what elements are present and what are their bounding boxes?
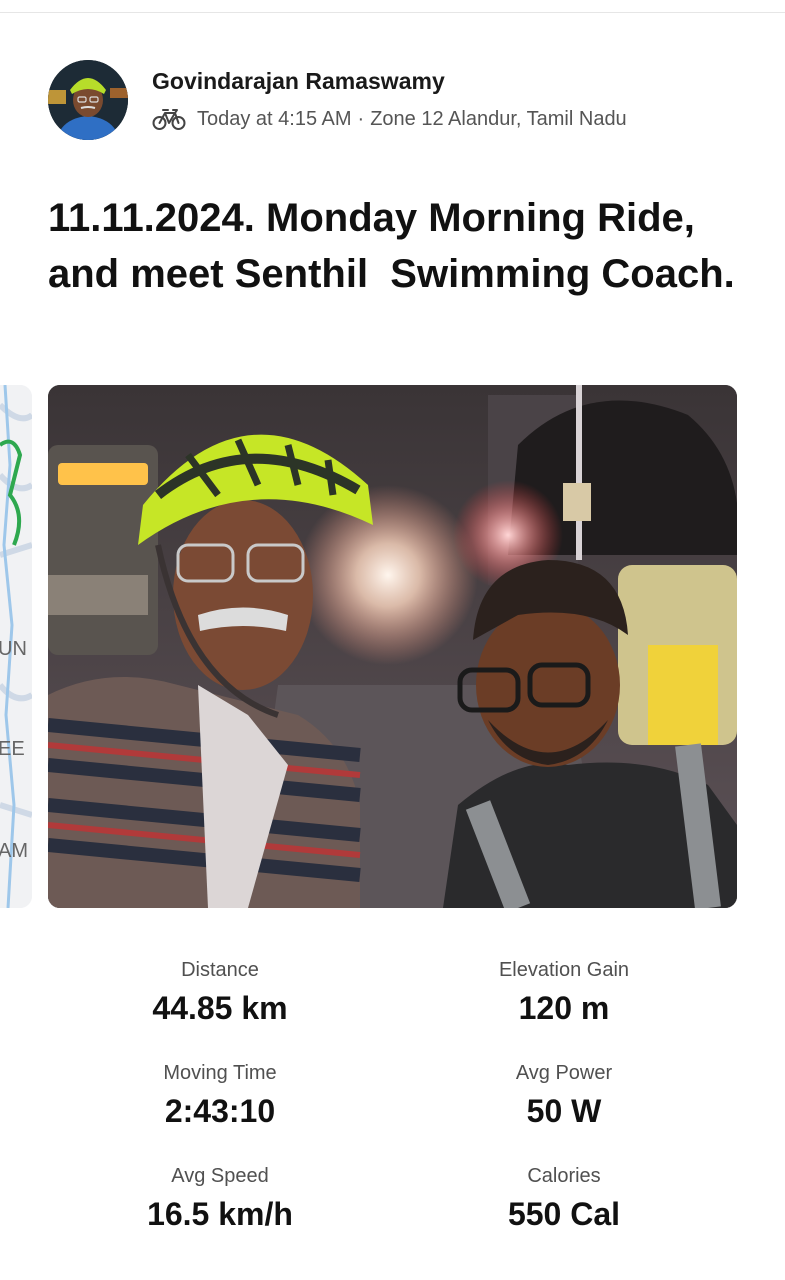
activity-meta: Today at 4:15 AM · Zone 12 Alandur, Tami… [152,104,627,134]
stat-label: Distance [181,959,259,981]
stat-label: Elevation Gain [498,959,630,981]
stat-value: 50 W [526,1093,602,1129]
stat-elevation-gain: Elevation Gain 120 m [414,955,714,1029]
stat-label: Moving Time [163,1062,277,1084]
map-label: UN [0,638,27,660]
avatar-photo [48,60,128,140]
stat-label: Avg Power [515,1062,613,1084]
selfie-photo [48,385,737,908]
stat-value: 16.5 km/h [147,1196,293,1232]
activity-time: Today at 4:15 AM [197,107,352,130]
stat-distance: Distance 44.85 km [70,955,370,1029]
top-divider [0,12,785,13]
stat-value: 2:43:10 [164,1093,276,1129]
stat-value: 550 Cal [507,1196,621,1232]
map-label: AM [0,840,28,862]
activity-location: Zone 12 Alandur, Tamil Nadu [370,107,627,130]
meta-separator: · [357,107,365,130]
route-map-thumbnail[interactable]: UN EE AM [0,385,32,908]
stat-label: Calories [527,1165,601,1187]
route-map: UN EE AM [0,385,32,908]
map-label: EE [0,738,25,760]
stat-calories: Calories 550 Cal [414,1161,714,1235]
stat-moving-time: Moving Time 2:43:10 [70,1058,370,1132]
author-avatar[interactable] [48,60,128,140]
stat-label: Avg Speed [171,1165,269,1187]
stat-avg-power: Avg Power 50 W [414,1058,714,1132]
activity-title[interactable]: 11.11.2024. Monday Morning Ride, and mee… [48,190,748,302]
activity-photo[interactable] [48,385,737,908]
stat-avg-speed: Avg Speed 16.5 km/h [70,1161,370,1235]
author-name[interactable]: Govindarajan Ramaswamy [152,68,445,95]
stat-value: 120 m [518,990,610,1026]
bike-icon [152,109,186,130]
stat-value: 44.85 km [152,990,288,1026]
